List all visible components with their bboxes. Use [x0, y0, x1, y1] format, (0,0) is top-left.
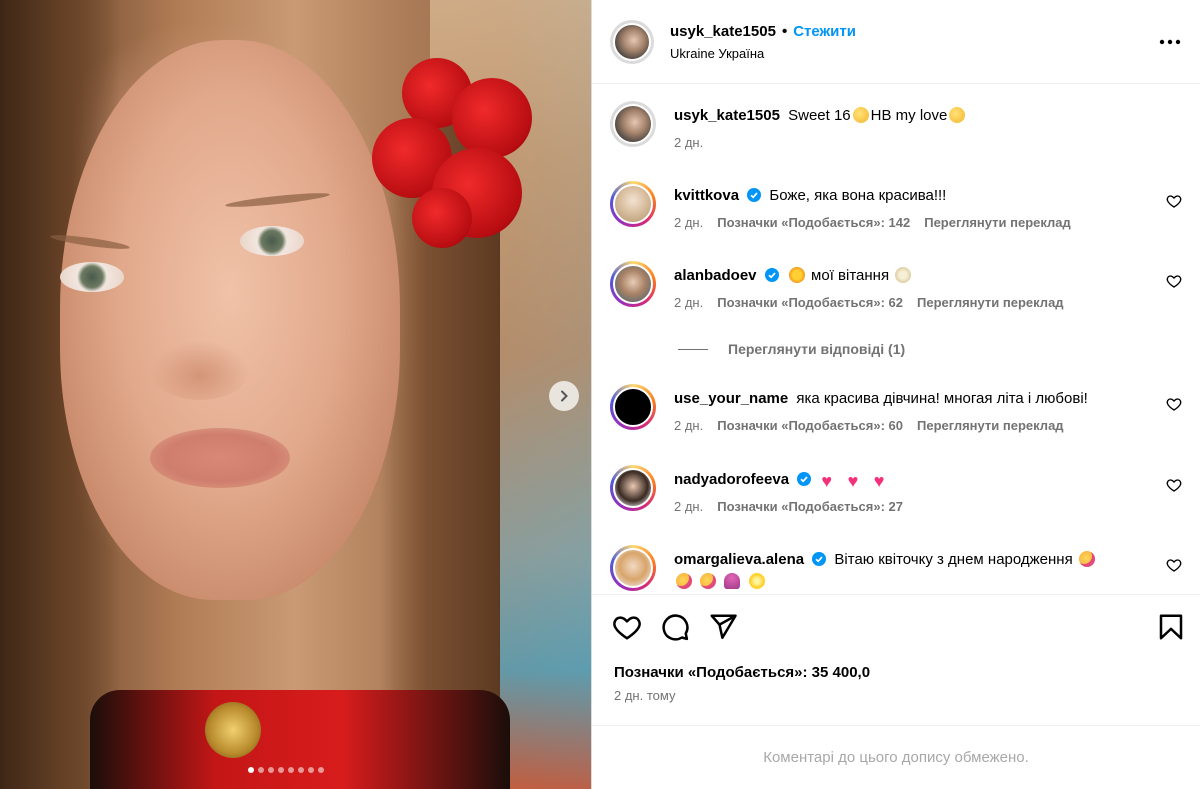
- comment-item: nadyadorofeeva ♥ ♥ ♥ 2 дн. Позначки «Под…: [610, 465, 1182, 514]
- carousel-dot: [268, 767, 274, 773]
- save-bookmark-icon[interactable]: [1156, 612, 1186, 642]
- comment-username[interactable]: omargalieva.alena: [674, 551, 804, 568]
- comment-text: Боже, яка вона красива!!!: [769, 187, 947, 204]
- comment-text: Вітаю квіточку з днем народження: [834, 551, 1073, 568]
- comment-item: kvittkova Боже, яка вона красива!!! 2 дн…: [610, 181, 1182, 230]
- like-comment-heart-icon[interactable]: [1166, 273, 1182, 289]
- caption-time[interactable]: 2 дн.: [674, 135, 703, 150]
- post-location[interactable]: Ukraine Україна: [670, 46, 856, 61]
- party-face-emoji-icon: [676, 573, 692, 589]
- carousel-dot: [308, 767, 314, 773]
- photo-eye-right: [240, 226, 304, 256]
- comment-text: мої вітання: [811, 267, 890, 284]
- like-comment-heart-icon[interactable]: [1166, 477, 1182, 493]
- post-time[interactable]: 2 дн. тому: [614, 688, 675, 703]
- post-side-panel: usyk_kate1505 • Стежити Ukraine Україна …: [591, 0, 1200, 789]
- party-face-emoji-icon: [700, 573, 717, 589]
- post-header: usyk_kate1505 • Стежити Ukraine Україна: [592, 0, 1200, 84]
- like-comment-heart-icon[interactable]: [1166, 396, 1182, 412]
- view-replies-button[interactable]: Переглянути відповіді (1): [678, 341, 905, 357]
- photo-face: [60, 40, 400, 600]
- post-author-username[interactable]: usyk_kate1505: [670, 23, 776, 40]
- carousel-dot: [278, 767, 284, 773]
- pink-heart-emoji-icon: ♥: [847, 471, 859, 491]
- verified-badge-icon: [812, 552, 827, 566]
- avatar[interactable]: [610, 545, 656, 591]
- photo-shirt: [90, 690, 510, 789]
- share-paper-plane-icon[interactable]: [708, 612, 738, 642]
- sun-emoji-icon: [788, 267, 805, 283]
- verified-badge-icon: [764, 268, 779, 282]
- avatar[interactable]: [610, 261, 656, 307]
- photo-nose: [150, 340, 250, 400]
- comment-text: яка красива дівчина! многая літа і любов…: [796, 390, 1088, 407]
- photo-red-flower: [372, 48, 542, 258]
- comment-username[interactable]: alanbadoev: [674, 267, 757, 284]
- replies-divider-line: [678, 348, 708, 350]
- view-replies-label: Переглянути відповіді (1): [728, 341, 906, 357]
- carousel-dot: [258, 767, 264, 773]
- comment-username[interactable]: nadyadorofeeva: [674, 471, 789, 488]
- party-face-emoji-icon: [1078, 551, 1095, 567]
- carousel-next-button[interactable]: [549, 381, 579, 411]
- view-translation-link[interactable]: Переглянути переклад: [917, 295, 1064, 310]
- sparkle-emoji-icon: [748, 573, 765, 589]
- comment-likes-count[interactable]: Позначки «Подобається»: 62: [717, 295, 903, 310]
- verified-badge-icon: [747, 188, 762, 202]
- comment-item: omargalieva.alena Вітаю квіточку з днем …: [610, 545, 1182, 593]
- verified-badge-icon: [797, 472, 812, 486]
- comment-time[interactable]: 2 дн.: [674, 499, 703, 514]
- comments-limited-notice: Коментарі до цього допису обмежено.: [592, 725, 1200, 789]
- avatar[interactable]: [610, 101, 656, 147]
- comment-time[interactable]: 2 дн.: [674, 295, 703, 310]
- comment-username[interactable]: use_your_name: [674, 390, 788, 407]
- post-actions: Позначки «Подобається»: 35 400,0 2 дн. т…: [592, 594, 1200, 724]
- view-translation-link[interactable]: Переглянути переклад: [924, 215, 1071, 230]
- comments-list[interactable]: usyk_kate1505 Sweet 16 HB my love 2 дн. k…: [592, 85, 1200, 593]
- more-horizontal-icon: [1159, 39, 1181, 45]
- comment-item: alanbadoev мої вітання 2 дн. Позначки «П…: [610, 261, 1182, 310]
- carousel-dot: [318, 767, 324, 773]
- carousel-dot: [288, 767, 294, 773]
- view-translation-link[interactable]: Переглянути переклад: [917, 418, 1064, 433]
- caption-text-2: HB my love: [870, 107, 948, 124]
- photo-eye-left: [60, 262, 124, 292]
- comment-likes-count[interactable]: Позначки «Подобається»: 60: [717, 418, 903, 433]
- more-options-button[interactable]: [1158, 30, 1182, 54]
- post-likes-count[interactable]: Позначки «Подобається»: 35 400,0: [614, 664, 870, 681]
- chevron-right-icon: [561, 390, 568, 402]
- follow-button[interactable]: Стежити: [793, 23, 856, 40]
- comment-likes-count[interactable]: Позначки «Подобається»: 27: [717, 499, 903, 514]
- carousel-dots: [248, 767, 324, 773]
- comment-time[interactable]: 2 дн.: [674, 215, 703, 230]
- caption-username[interactable]: usyk_kate1505: [674, 107, 780, 124]
- heart-hands-emoji-icon: [852, 107, 869, 123]
- like-heart-icon[interactable]: [612, 612, 642, 642]
- avatar[interactable]: [610, 19, 654, 64]
- avatar[interactable]: [610, 181, 656, 227]
- avatar[interactable]: [610, 384, 656, 430]
- post-photo[interactable]: [0, 0, 591, 789]
- separator-dot: •: [781, 22, 788, 40]
- photo-brooch: [205, 702, 261, 758]
- like-comment-heart-icon[interactable]: [1166, 557, 1182, 573]
- tulip-emoji-icon: [724, 573, 741, 589]
- photo-lips: [150, 428, 290, 488]
- pink-heart-emoji-icon: ♥: [821, 471, 833, 491]
- carousel-dot: [298, 767, 304, 773]
- caption-text-1: Sweet 16: [788, 107, 851, 124]
- comment-username[interactable]: kvittkova: [674, 187, 739, 204]
- pink-heart-emoji-icon: ♥: [873, 471, 885, 491]
- heart-hands-emoji-icon: [949, 107, 966, 123]
- comment-likes-count[interactable]: Позначки «Подобається»: 142: [717, 215, 910, 230]
- carousel-dot: [248, 767, 254, 773]
- comment-time[interactable]: 2 дн.: [674, 418, 703, 433]
- post-caption: usyk_kate1505 Sweet 16 HB my love 2 дн.: [610, 101, 1182, 150]
- like-comment-heart-icon[interactable]: [1166, 193, 1182, 209]
- clinking-glasses-emoji-icon: [895, 267, 912, 283]
- comment-item: use_your_name яка красива дівчина! многа…: [610, 384, 1182, 433]
- avatar[interactable]: [610, 465, 656, 511]
- comment-bubble-icon[interactable]: [660, 612, 690, 642]
